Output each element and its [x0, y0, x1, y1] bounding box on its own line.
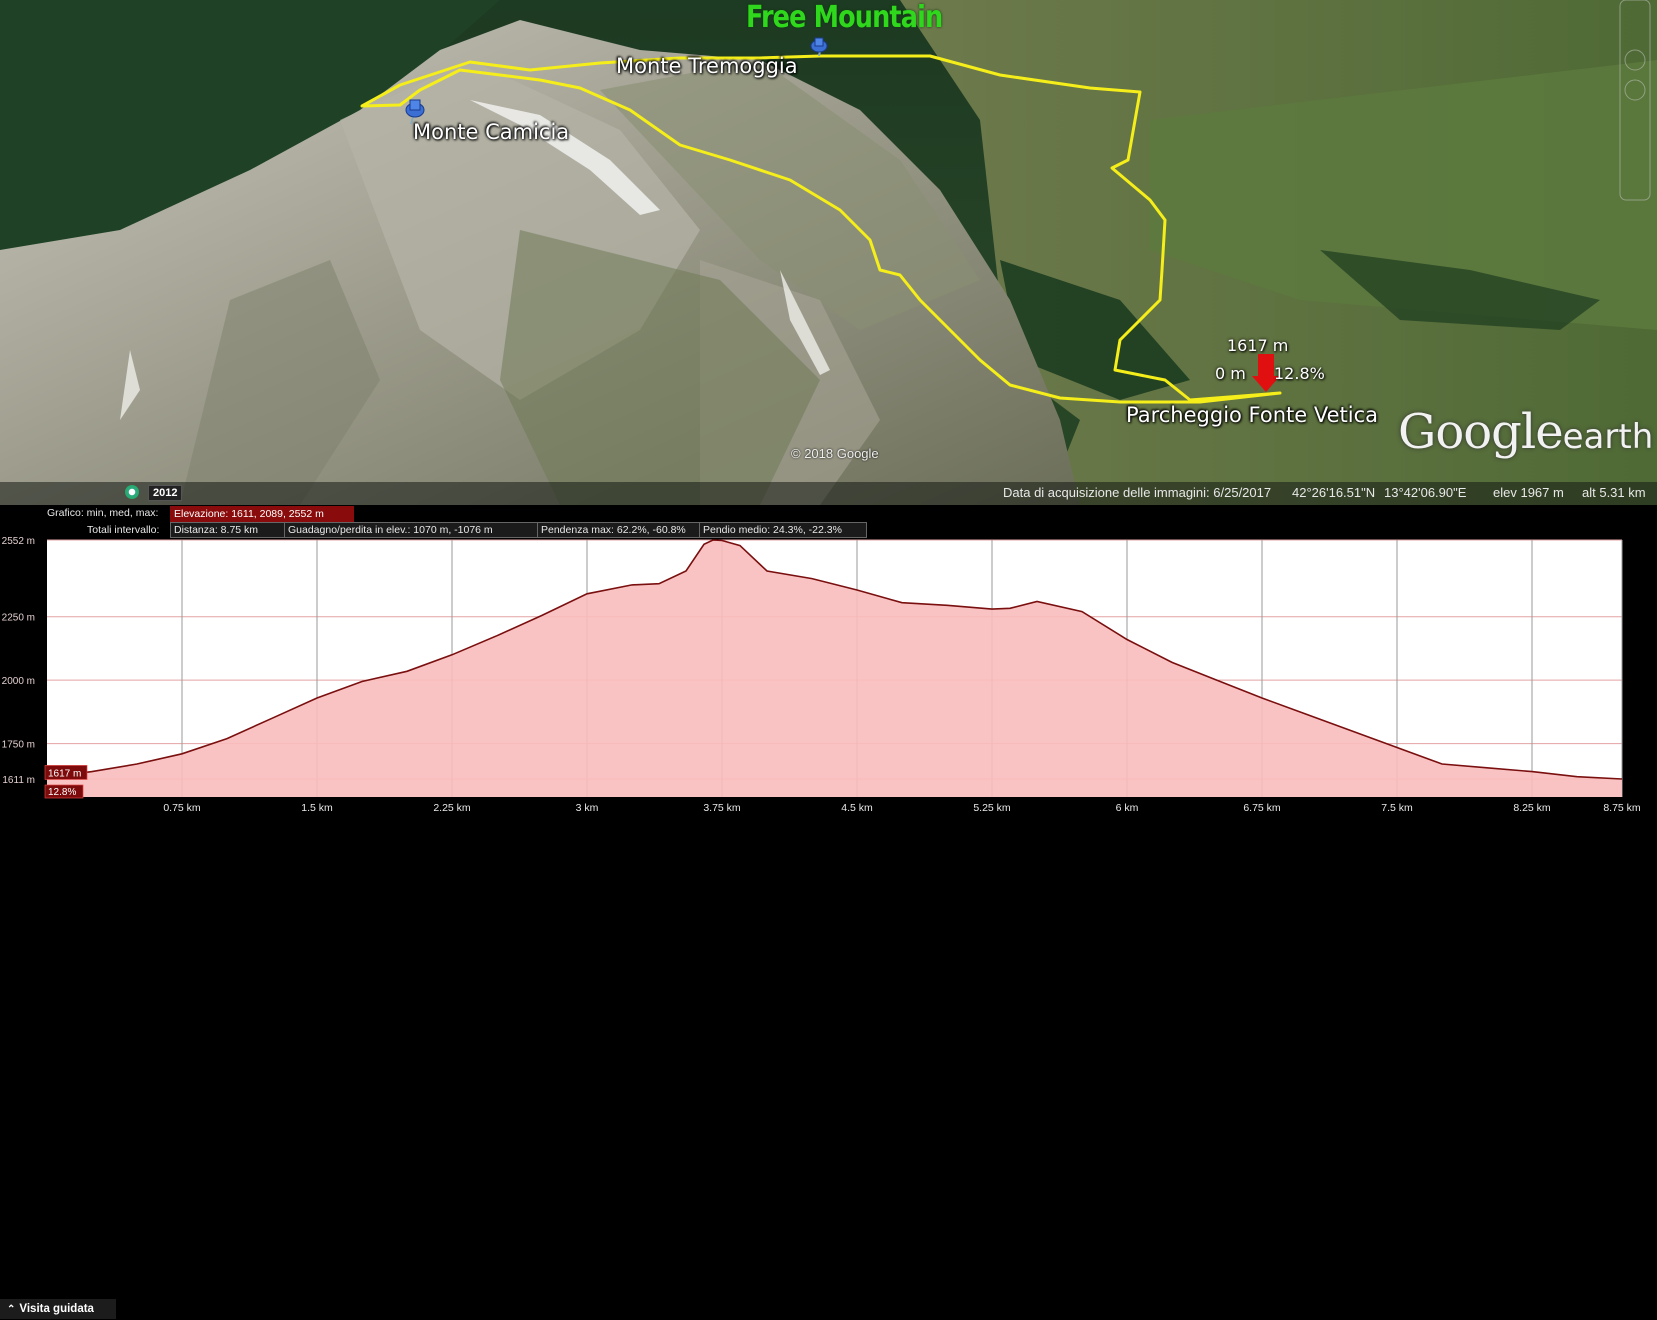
x-tick-label: 4.5 km	[841, 802, 873, 814]
longitude: 13°42'06.90"E	[1384, 485, 1467, 500]
watermark-text: Free Mountain	[746, 0, 943, 35]
cursor-slope-label: 12.8%	[1274, 364, 1325, 383]
y-tick-label: 2000 m	[2, 676, 35, 687]
historical-imagery-clock-icon[interactable]	[125, 485, 139, 499]
x-tick-label: 6.75 km	[1243, 802, 1281, 814]
google-earth-logo: Googleearth	[1398, 404, 1654, 460]
y-tick-label: 2552 m	[2, 536, 35, 547]
x-tick-label: 3 km	[576, 802, 599, 814]
copyright: © 2018 Google	[791, 446, 879, 461]
x-tick-label: 8.75 km	[1603, 802, 1641, 814]
elevation-chart[interactable]: 2552 m 2250 m 2000 m 1750 m 1611 m 0.75 km 1.5…	[0, 505, 1657, 814]
latitude: 42°26'16.51"N	[1292, 485, 1376, 500]
x-tick-label: 6 km	[1116, 802, 1139, 814]
y-tick-label: 2250 m	[2, 613, 35, 624]
guided-tour-button[interactable]: ⌃ Visita guidata	[0, 1299, 116, 1319]
placemark-label-monte-camicia[interactable]: Monte Camicia	[413, 120, 569, 144]
x-tick-label: 8.25 km	[1513, 802, 1551, 814]
placemark-label-parcheggio-fonte-vetica[interactable]: Parcheggio Fonte Vetica	[1126, 403, 1378, 427]
x-tick-label: 5.25 km	[973, 802, 1011, 814]
cursor-slope-value: 12.8%	[48, 787, 76, 798]
altitude-readout: alt 5.31 km	[1582, 485, 1646, 500]
imagery-year-badge[interactable]: 2012	[148, 485, 183, 501]
cursor-elevation-label: 1617 m	[1227, 336, 1289, 355]
x-tick-label: 0.75 km	[163, 802, 201, 814]
cursor-elevation-value: 1617 m	[48, 768, 81, 779]
status-bar: 2012 Data di acquisizione delle immagini…	[0, 482, 1657, 505]
x-tick-label: 7.5 km	[1381, 802, 1413, 814]
map-view[interactable]: Free Mountain Monte Tremoggia Monte Cami…	[0, 0, 1657, 505]
x-tick-label: 1.5 km	[301, 802, 333, 814]
x-tick-label: 3.75 km	[703, 802, 741, 814]
placemark-label-monte-tremoggia[interactable]: Monte Tremoggia	[616, 54, 798, 78]
chevron-up-icon: ⌃	[7, 1304, 16, 1315]
x-tick-label: 2.25 km	[433, 802, 471, 814]
y-tick-label: 1750 m	[2, 740, 35, 751]
y-tick-label: 1611 m	[2, 775, 35, 786]
acquisition-date: Data di acquisizione delle immagini: 6/2…	[1003, 485, 1272, 500]
cursor-distance-label: 0 m	[1215, 364, 1246, 383]
elevation-profile-panel: Grafico: min, med, max: Elevazione: 1611…	[0, 505, 1657, 1319]
elevation-readout: elev 1967 m	[1493, 485, 1564, 500]
